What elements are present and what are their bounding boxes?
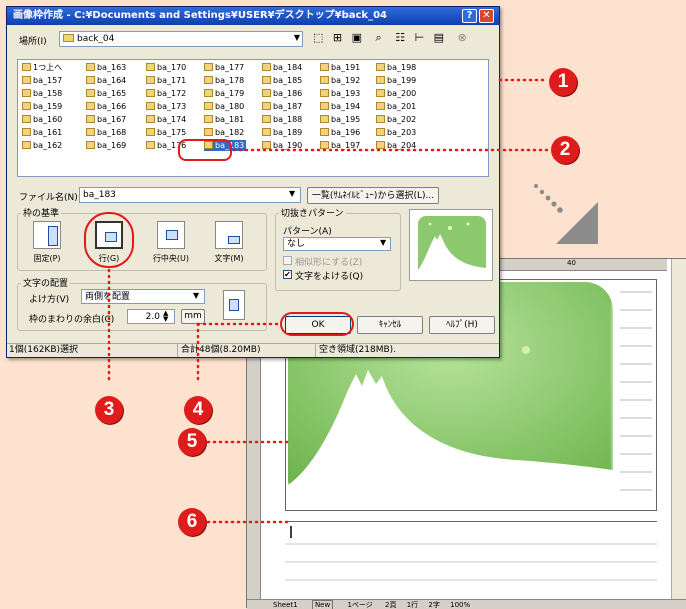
callout-lines [107,78,552,524]
callout-marker-4: 4 [184,396,212,424]
callout-marker-2: 2 [551,136,579,164]
callout-marker-6: 6 [178,508,206,536]
callout-marker-3: 3 [95,396,123,424]
callout-marker-1: 1 [549,68,577,96]
callout-marker-5: 5 [178,428,206,456]
